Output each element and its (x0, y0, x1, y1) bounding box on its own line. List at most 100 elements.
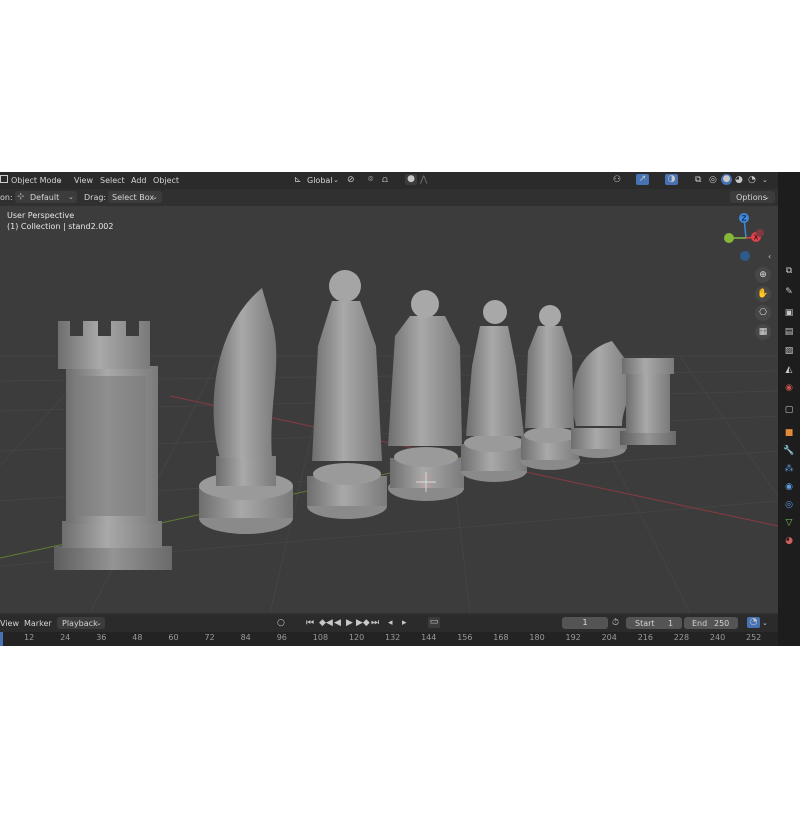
shading-rendered-icon[interactable]: ◔ (748, 175, 756, 186)
falloff-icon[interactable]: ⋀ (420, 175, 427, 186)
particles-tab-icon[interactable]: ⁂ (782, 463, 796, 476)
physics-tab-icon[interactable]: ◉ (782, 481, 796, 494)
chevron-down-icon: ⌄ (68, 193, 74, 201)
shading-material-icon[interactable]: ◕ (735, 175, 743, 186)
perspective-label: User Perspective (7, 211, 75, 220)
mode-dropdown[interactable]: Object Mode (11, 175, 61, 186)
render-tab-icon[interactable]: ▣ (782, 307, 796, 320)
stopwatch-icon[interactable]: ⏱ (612, 618, 619, 629)
play-reverse-icon[interactable]: ◀ (334, 618, 341, 629)
keying-icon[interactable]: ○ (277, 618, 285, 629)
ruler-tick-label: 60 (168, 633, 179, 642)
proportional-edit-icon[interactable]: ● (405, 174, 417, 185)
object-tab-icon[interactable]: ■ (782, 427, 796, 440)
scene-tab-icon[interactable]: ◭ (782, 364, 796, 377)
knight-left[interactable] (199, 288, 293, 534)
collection-tab-icon[interactable]: ▢ (782, 404, 796, 417)
prev-keyframe-icon[interactable]: ◆◀ (319, 618, 333, 629)
ruler-tick-label: 96 (276, 633, 287, 642)
soldier-figure-1[interactable] (307, 270, 387, 519)
end-label: End (692, 619, 708, 628)
world-tab-icon[interactable]: ◉ (782, 382, 796, 395)
3d-viewport[interactable]: User Perspective (1) Collection | stand2… (0, 206, 778, 613)
drag-label: Drag: (84, 193, 107, 202)
ruler-tick-label: 108 (312, 633, 329, 642)
menu-select[interactable]: Select (100, 175, 125, 186)
ruler-tick-label: 132 (385, 633, 401, 642)
orientation-label: on: (0, 193, 13, 202)
collection-label: (1) Collection | stand2.002 (7, 222, 114, 231)
ruler-tick-label: 36 (96, 633, 107, 642)
blender-window: Object Mode ⌄ View Select Add Object ⊾ G… (0, 172, 800, 646)
ortho-toggle-icon[interactable]: ▦ (755, 324, 771, 340)
ruler-tick-label: 24 (60, 633, 71, 642)
shading-solid-icon[interactable]: ● (721, 174, 732, 185)
drag-value: Select Box (112, 193, 155, 202)
timeline-view-icon[interactable]: ◔ (747, 617, 760, 628)
next-keyframe-icon[interactable]: ▶◆ (356, 618, 370, 629)
camera-view-icon[interactable]: ⎔ (755, 305, 771, 321)
chevron-down-icon: ⌄ (96, 619, 102, 627)
transform-orientation-icon[interactable]: ⊾ (294, 175, 302, 186)
woman-figure[interactable] (461, 300, 527, 482)
menu-add[interactable]: Add (131, 175, 147, 186)
pivot-point-icon[interactable]: ⊘ (347, 175, 355, 186)
overlays-icon[interactable]: ◑ (665, 174, 678, 185)
ruler-tick-label: 144 (421, 633, 437, 642)
jump-start-icon[interactable]: ⏮ (306, 618, 314, 629)
chevron-down-icon[interactable]: ⌄ (762, 618, 768, 629)
gizmo-icon[interactable]: ↗ (636, 174, 649, 185)
navigation-gizmo[interactable]: Z X (716, 210, 776, 270)
sidebar-toggle-icon[interactable]: ‹ (768, 251, 771, 262)
ruler-tick-label: 216 (637, 633, 653, 642)
data-tab-icon[interactable]: ▽ (782, 517, 796, 530)
auto-key-icon[interactable]: ▭ (428, 617, 440, 628)
start-value: 1 (668, 619, 674, 628)
snap-target-icon[interactable]: ⩍ (382, 175, 388, 186)
end-value: 250 (714, 619, 730, 628)
prev-marker-icon[interactable]: ◂ (388, 618, 393, 629)
ruler-tick-label: 156 (457, 633, 473, 642)
jump-end-icon[interactable]: ⏭ (371, 618, 379, 629)
chevron-down-icon[interactable]: ⌄ (762, 175, 768, 186)
current-frame-field[interactable]: 1 (562, 617, 608, 629)
snap-icon[interactable]: ⌾ (368, 175, 373, 186)
visibility-icon[interactable]: ⚇ (613, 175, 621, 186)
chevron-down-icon: ⌄ (764, 193, 770, 201)
ruler-tick-label: 252 (746, 633, 762, 642)
svg-text:Z: Z (742, 215, 747, 223)
pan-hand-icon[interactable]: ✋ (755, 286, 771, 302)
rook-right[interactable] (620, 358, 676, 445)
view-layer-tab-icon[interactable]: ▨ (782, 345, 796, 358)
material-tab-icon[interactable]: ◕ (782, 535, 796, 548)
object-mode-icon[interactable] (0, 175, 8, 183)
frame-indicator[interactable] (0, 632, 3, 646)
shading-wireframe-icon[interactable]: ◎ (709, 175, 717, 186)
menu-object[interactable]: Object (153, 175, 179, 186)
output-tab-icon[interactable]: ▤ (782, 326, 796, 339)
constraints-tab-icon[interactable]: ◎ (782, 499, 796, 512)
chevron-down-icon: ⌄ (57, 176, 63, 184)
properties-toggle-icon[interactable]: ⧉ (782, 265, 796, 278)
caesar-figure[interactable] (388, 290, 464, 501)
ruler-tick-label: 228 (673, 633, 690, 642)
menu-view[interactable]: View (74, 175, 93, 186)
modifier-tab-icon[interactable]: 🔧 (782, 445, 796, 458)
rook-left[interactable] (54, 321, 172, 570)
transform-orientation-dropdown[interactable]: Global (307, 175, 333, 186)
next-marker-icon[interactable]: ▸ (402, 618, 407, 629)
xray-icon[interactable]: ⧉ (695, 175, 701, 186)
timeline-header: View Marker Playback ⌄ ○ ⏮ ◆◀ ◀ ▶ ▶◆ ⏭ ◂… (0, 615, 778, 632)
chevron-down-icon: ⌄ (333, 176, 339, 184)
timeline-menu-view[interactable]: View (0, 618, 19, 629)
play-icon[interactable]: ▶ (346, 618, 353, 629)
chevron-down-icon: ⌄ (152, 193, 158, 201)
zoom-icon[interactable]: ⊕ (755, 267, 771, 283)
viewport-scene (0, 270, 778, 613)
tool-settings-bar: on: ⊹ Default ⌄ Drag: Select Box ⌄ Optio… (0, 189, 778, 206)
tool-tab-icon[interactable]: ✎ (782, 286, 796, 299)
ruler-tick-label: 72 (204, 633, 215, 642)
timeline-menu-marker[interactable]: Marker (24, 618, 52, 629)
ruler-tick-label: 48 (132, 633, 143, 642)
ruler-tick-label: 168 (493, 633, 509, 642)
